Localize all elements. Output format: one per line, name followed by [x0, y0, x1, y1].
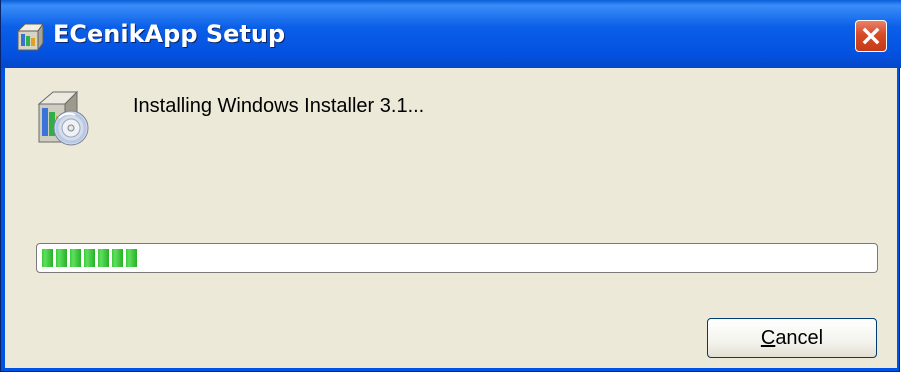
window-title: ECenikApp Setup: [53, 20, 286, 48]
dialog-body: Installing Windows Installer 3.1... Canc…: [5, 68, 897, 368]
progress-bar: [36, 243, 878, 273]
progress-fill: [42, 249, 137, 267]
installer-disc-icon: [31, 86, 91, 148]
title-bar[interactable]: ECenikApp Setup: [1, 0, 901, 68]
cancel-label: ancel: [775, 327, 824, 349]
close-icon: [862, 27, 880, 45]
setup-box-icon: [15, 22, 47, 52]
status-message: Installing Windows Installer 3.1...: [133, 95, 425, 117]
setup-window: ECenikApp Setup Installing Windows Insta…: [0, 0, 901, 372]
cancel-button[interactable]: Cancel: [707, 318, 877, 358]
close-button[interactable]: [855, 20, 887, 52]
cancel-mnemonic: C: [760, 327, 776, 349]
